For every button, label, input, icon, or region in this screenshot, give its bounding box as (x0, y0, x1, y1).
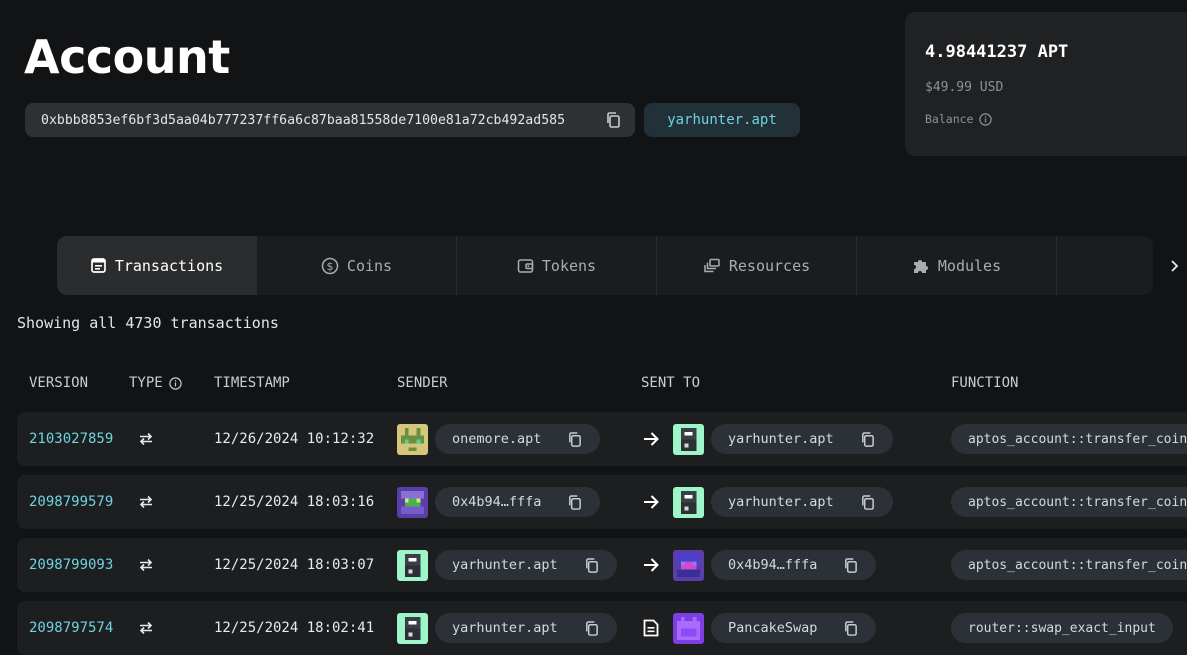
transfer-icon (137, 601, 155, 655)
sender-name: onemore.apt (452, 431, 542, 447)
recipient-avatar (673, 487, 704, 518)
header-function: FUNCTION (951, 375, 1019, 391)
wallet-icon (517, 258, 534, 274)
arrow-right-icon (641, 555, 661, 575)
sender-name: yarhunter.apt (452, 620, 558, 636)
header-sent-to: SENT TO (641, 375, 701, 391)
recipient-chip[interactable]: yarhunter.apt (711, 424, 893, 454)
recipient-address: 0x4b94…fffa (728, 557, 818, 573)
tab-coins[interactable]: $ Coins (257, 236, 457, 295)
sender-chip[interactable]: yarhunter.apt (435, 550, 617, 580)
sender-chip[interactable]: yarhunter.apt (435, 613, 617, 643)
function-chip[interactable]: aptos_account::transfer_coins (951, 550, 1187, 580)
receipt-icon (90, 257, 107, 274)
tab-transactions[interactable]: Transactions (57, 236, 257, 295)
sender-avatar (397, 424, 428, 455)
chevron-right-icon[interactable] (1162, 252, 1186, 280)
header-version: VERSION (29, 375, 89, 391)
sender-name: yarhunter.apt (452, 557, 558, 573)
function-chip[interactable]: aptos_account::transfer_coins (951, 424, 1187, 454)
contract-document-icon (641, 618, 661, 638)
tab-modules[interactable]: Modules (857, 236, 1057, 295)
balance-usd: $49.99 USD (925, 80, 1004, 95)
balance-card: 4.98441237 APT $49.99 USD Balance (905, 12, 1187, 156)
function-chip[interactable]: router::swap_exact_input (951, 613, 1173, 643)
recipient-chip[interactable]: yarhunter.apt (711, 487, 893, 517)
header-timestamp: TIMESTAMP (214, 375, 290, 391)
tab-resources[interactable]: Resources (657, 236, 857, 295)
svg-text:$: $ (326, 260, 333, 273)
sender-address: 0x4b94…fffa (452, 494, 542, 510)
timestamp: 12/25/2024 18:03:07 (214, 557, 375, 573)
account-address: 0xbbb8853ef6bf3d5aa04b777237ff6a6c87baa8… (41, 112, 566, 128)
tab-label: Coins (346, 256, 393, 275)
version-link[interactable]: 2098797574 (29, 601, 113, 655)
timestamp: 12/26/2024 10:12:32 (214, 431, 375, 447)
timestamp: 12/25/2024 18:03:16 (214, 494, 375, 510)
info-icon[interactable] (169, 376, 182, 390)
recipient-name: PancakeSwap (728, 620, 818, 636)
header-sender: SENDER (397, 375, 448, 391)
timestamp: 12/25/2024 18:02:41 (214, 620, 375, 636)
copy-icon[interactable] (843, 620, 858, 637)
table-row[interactable]: 2103027859 12/26/2024 10:12:32 onemore.a… (17, 412, 1187, 466)
tab-tokens[interactable]: Tokens (457, 236, 657, 295)
recipient-avatar (673, 424, 704, 455)
page-title: Account (24, 30, 230, 84)
transaction-count: Showing all 4730 transactions (17, 314, 279, 332)
tab-label: Transactions (114, 256, 224, 275)
dollar-coin-icon: $ (321, 257, 339, 275)
tab-label: Tokens (541, 256, 597, 275)
recipient-avatar (673, 613, 704, 644)
sender-avatar (397, 487, 428, 518)
account-address-pill[interactable]: 0xbbb8853ef6bf3d5aa04b777237ff6a6c87baa8… (25, 103, 635, 137)
transfer-icon (137, 412, 155, 466)
recipient-chip[interactable]: 0x4b94…fffa (711, 550, 876, 580)
layers-icon (703, 258, 721, 274)
recipient-name: yarhunter.apt (728, 494, 834, 510)
copy-icon[interactable] (584, 557, 599, 574)
recipient-chip[interactable]: PancakeSwap (711, 613, 876, 643)
arrow-right-icon (641, 492, 661, 512)
transfer-icon (137, 475, 155, 529)
function-chip[interactable]: aptos_account::transfer_coins (951, 487, 1187, 517)
copy-icon[interactable] (843, 557, 858, 574)
ans-name-pill[interactable]: yarhunter.apt (644, 103, 800, 137)
copy-icon[interactable] (584, 620, 599, 637)
balance-apt: 4.98441237 APT (925, 42, 1069, 62)
table-row[interactable]: 2098797574 12/25/2024 18:02:41 yarhunter… (17, 601, 1187, 655)
recipient-name: yarhunter.apt (728, 431, 834, 447)
copy-icon[interactable] (860, 431, 875, 448)
sender-chip[interactable]: onemore.apt (435, 424, 600, 454)
transfer-icon (137, 538, 155, 592)
sender-avatar (397, 613, 428, 644)
header-type-label: TYPE (129, 375, 163, 391)
version-link[interactable]: 2098799579 (29, 475, 113, 529)
copy-icon[interactable] (567, 494, 582, 511)
account-tabs: Transactions $ Coins Tokens Resources Mo… (57, 236, 1153, 295)
sender-avatar (397, 550, 428, 581)
balance-label-text: Balance (925, 112, 974, 126)
arrow-right-icon (641, 429, 661, 449)
recipient-avatar (673, 550, 704, 581)
balance-label: Balance (925, 112, 993, 126)
table-row[interactable]: 2098799093 12/25/2024 18:03:07 yarhunter… (17, 538, 1187, 592)
tab-more[interactable] (1057, 236, 1153, 295)
table-row[interactable]: 2098799579 12/25/2024 18:03:16 0x4b94…ff… (17, 475, 1187, 529)
info-icon[interactable] (979, 112, 993, 126)
copy-icon[interactable] (567, 431, 582, 448)
version-link[interactable]: 2103027859 (29, 412, 113, 466)
version-link[interactable]: 2098799093 (29, 538, 113, 592)
header-type: TYPE (129, 375, 182, 391)
tab-label: Modules (937, 256, 1002, 275)
tab-label: Resources (728, 256, 811, 275)
sender-chip[interactable]: 0x4b94…fffa (435, 487, 600, 517)
copy-icon[interactable] (605, 111, 621, 129)
puzzle-icon (912, 257, 930, 275)
copy-icon[interactable] (860, 494, 875, 511)
